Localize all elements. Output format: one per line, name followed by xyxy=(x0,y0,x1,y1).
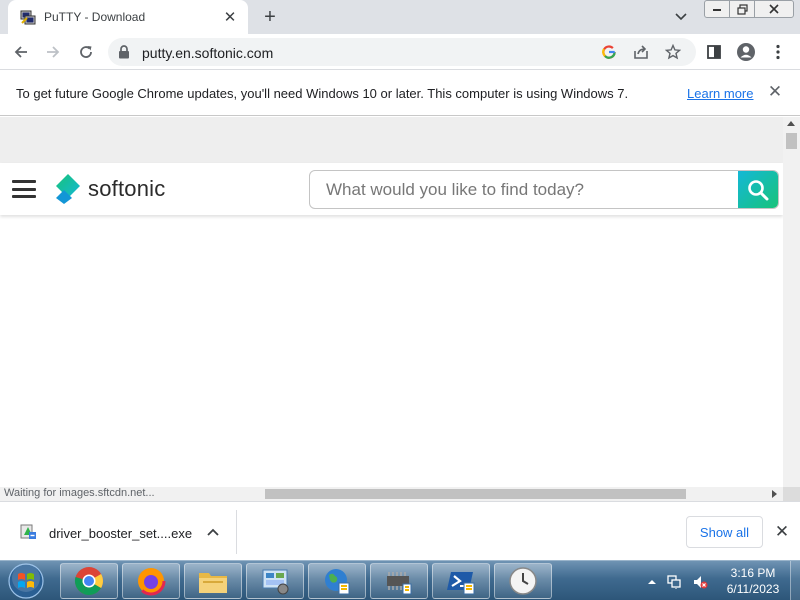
softonic-header: softonic xyxy=(0,163,783,215)
clock-time: 3:16 PM xyxy=(730,566,776,580)
tab-strip: PuTTY - Download ✕ + xyxy=(0,0,800,34)
taskbar-chrome[interactable] xyxy=(60,563,118,599)
new-tab-button[interactable]: + xyxy=(258,5,282,29)
windows-logo-icon xyxy=(8,563,44,599)
status-bubble: Waiting for images.sftcdn.net... xyxy=(4,487,155,499)
side-panel-icon[interactable] xyxy=(701,39,727,65)
taskbar-firefox[interactable] xyxy=(122,563,180,599)
window-minimize-button[interactable] xyxy=(704,0,730,18)
tray-expand-icon[interactable] xyxy=(644,574,660,590)
show-all-button[interactable]: Show all xyxy=(686,516,763,548)
device-manager-icon xyxy=(387,572,412,595)
url-text: putty.en.softonic.com xyxy=(142,45,274,61)
window-restore-button[interactable] xyxy=(729,0,755,18)
volume-muted-icon[interactable] xyxy=(692,574,708,590)
firefox-icon xyxy=(136,566,166,596)
browser-toolbar: putty.en.softonic.com xyxy=(0,34,800,70)
lock-icon[interactable] xyxy=(118,45,130,64)
star-icon[interactable] xyxy=(663,42,683,62)
infobar-message: To get future Google Chrome updates, you… xyxy=(16,86,629,101)
system-tray: 3:16 PM 6/11/2023 xyxy=(640,561,800,600)
chevron-up-icon[interactable] xyxy=(205,524,221,540)
windows-taskbar: 3:16 PM 6/11/2023 xyxy=(0,560,800,600)
page-content: softonic xyxy=(0,117,783,487)
network-tray-icon[interactable] xyxy=(666,574,682,590)
share-icon[interactable] xyxy=(631,42,651,62)
softonic-logo-icon xyxy=(56,174,80,204)
vertical-scrollbar[interactable] xyxy=(783,117,800,487)
taskbar-file-explorer[interactable] xyxy=(184,563,242,599)
forward-icon[interactable] xyxy=(40,39,66,65)
site-search-box xyxy=(309,170,779,209)
search-icon xyxy=(748,179,769,200)
file-explorer-icon xyxy=(199,573,227,593)
taskbar-device-manager[interactable] xyxy=(370,563,428,599)
site-search-input[interactable] xyxy=(310,171,740,208)
learn-more-link[interactable]: Learn more xyxy=(687,86,753,101)
tab-close-icon[interactable]: ✕ xyxy=(220,7,240,27)
clock-app-icon xyxy=(509,567,537,595)
taskbar-clock[interactable]: 3:16 PM 6/11/2023 xyxy=(720,565,786,597)
infobar-close-icon[interactable]: ✕ xyxy=(766,82,784,101)
softonic-logo[interactable]: softonic xyxy=(54,173,165,205)
download-file-name[interactable]: driver_booster_set....exe xyxy=(49,526,192,541)
back-icon[interactable] xyxy=(8,39,34,65)
horizontal-scroll-thumb[interactable] xyxy=(265,489,686,499)
scrollbar-corner xyxy=(783,487,800,501)
powershell-icon xyxy=(447,572,475,595)
scroll-up-arrow-icon[interactable] xyxy=(787,121,795,126)
window-close-button[interactable] xyxy=(754,0,794,18)
update-infobar: To get future Google Chrome updates, you… xyxy=(0,70,800,116)
tab-title: PuTTY - Download xyxy=(44,10,146,24)
profile-icon[interactable] xyxy=(733,39,759,65)
reload-icon[interactable] xyxy=(73,39,99,65)
chrome-icon xyxy=(74,567,103,595)
tab-search-chevron-icon[interactable] xyxy=(670,6,692,28)
control-panel-icon xyxy=(262,569,289,595)
taskbar-control-panel[interactable] xyxy=(246,563,304,599)
clock-date: 6/11/2023 xyxy=(726,582,780,596)
putty-icon xyxy=(20,9,36,25)
kebab-menu-icon[interactable] xyxy=(765,39,791,65)
download-shelf-close-icon[interactable]: ✕ xyxy=(773,522,791,541)
address-bar[interactable]: putty.en.softonic.com xyxy=(108,38,696,66)
search-button[interactable] xyxy=(738,171,778,208)
taskbar-network[interactable] xyxy=(308,563,366,599)
tab-putty-download[interactable]: PuTTY - Download ✕ xyxy=(8,0,248,34)
download-divider xyxy=(236,510,237,554)
taskbar-powershell[interactable] xyxy=(432,563,490,599)
google-icon[interactable] xyxy=(599,42,619,62)
download-shelf: driver_booster_set....exe Show all ✕ xyxy=(0,501,800,560)
show-desktop-button[interactable] xyxy=(790,561,800,600)
ad-placeholder-band xyxy=(0,117,783,163)
hamburger-menu-icon[interactable] xyxy=(12,180,36,198)
start-button[interactable] xyxy=(6,562,46,600)
taskbar-clock-app[interactable] xyxy=(494,563,552,599)
scroll-right-arrow-icon[interactable] xyxy=(772,490,777,498)
softonic-logo-text: softonic xyxy=(88,176,166,201)
network-globe-icon xyxy=(325,569,350,595)
vertical-scroll-thumb[interactable] xyxy=(786,133,797,149)
installer-file-icon xyxy=(19,523,37,541)
